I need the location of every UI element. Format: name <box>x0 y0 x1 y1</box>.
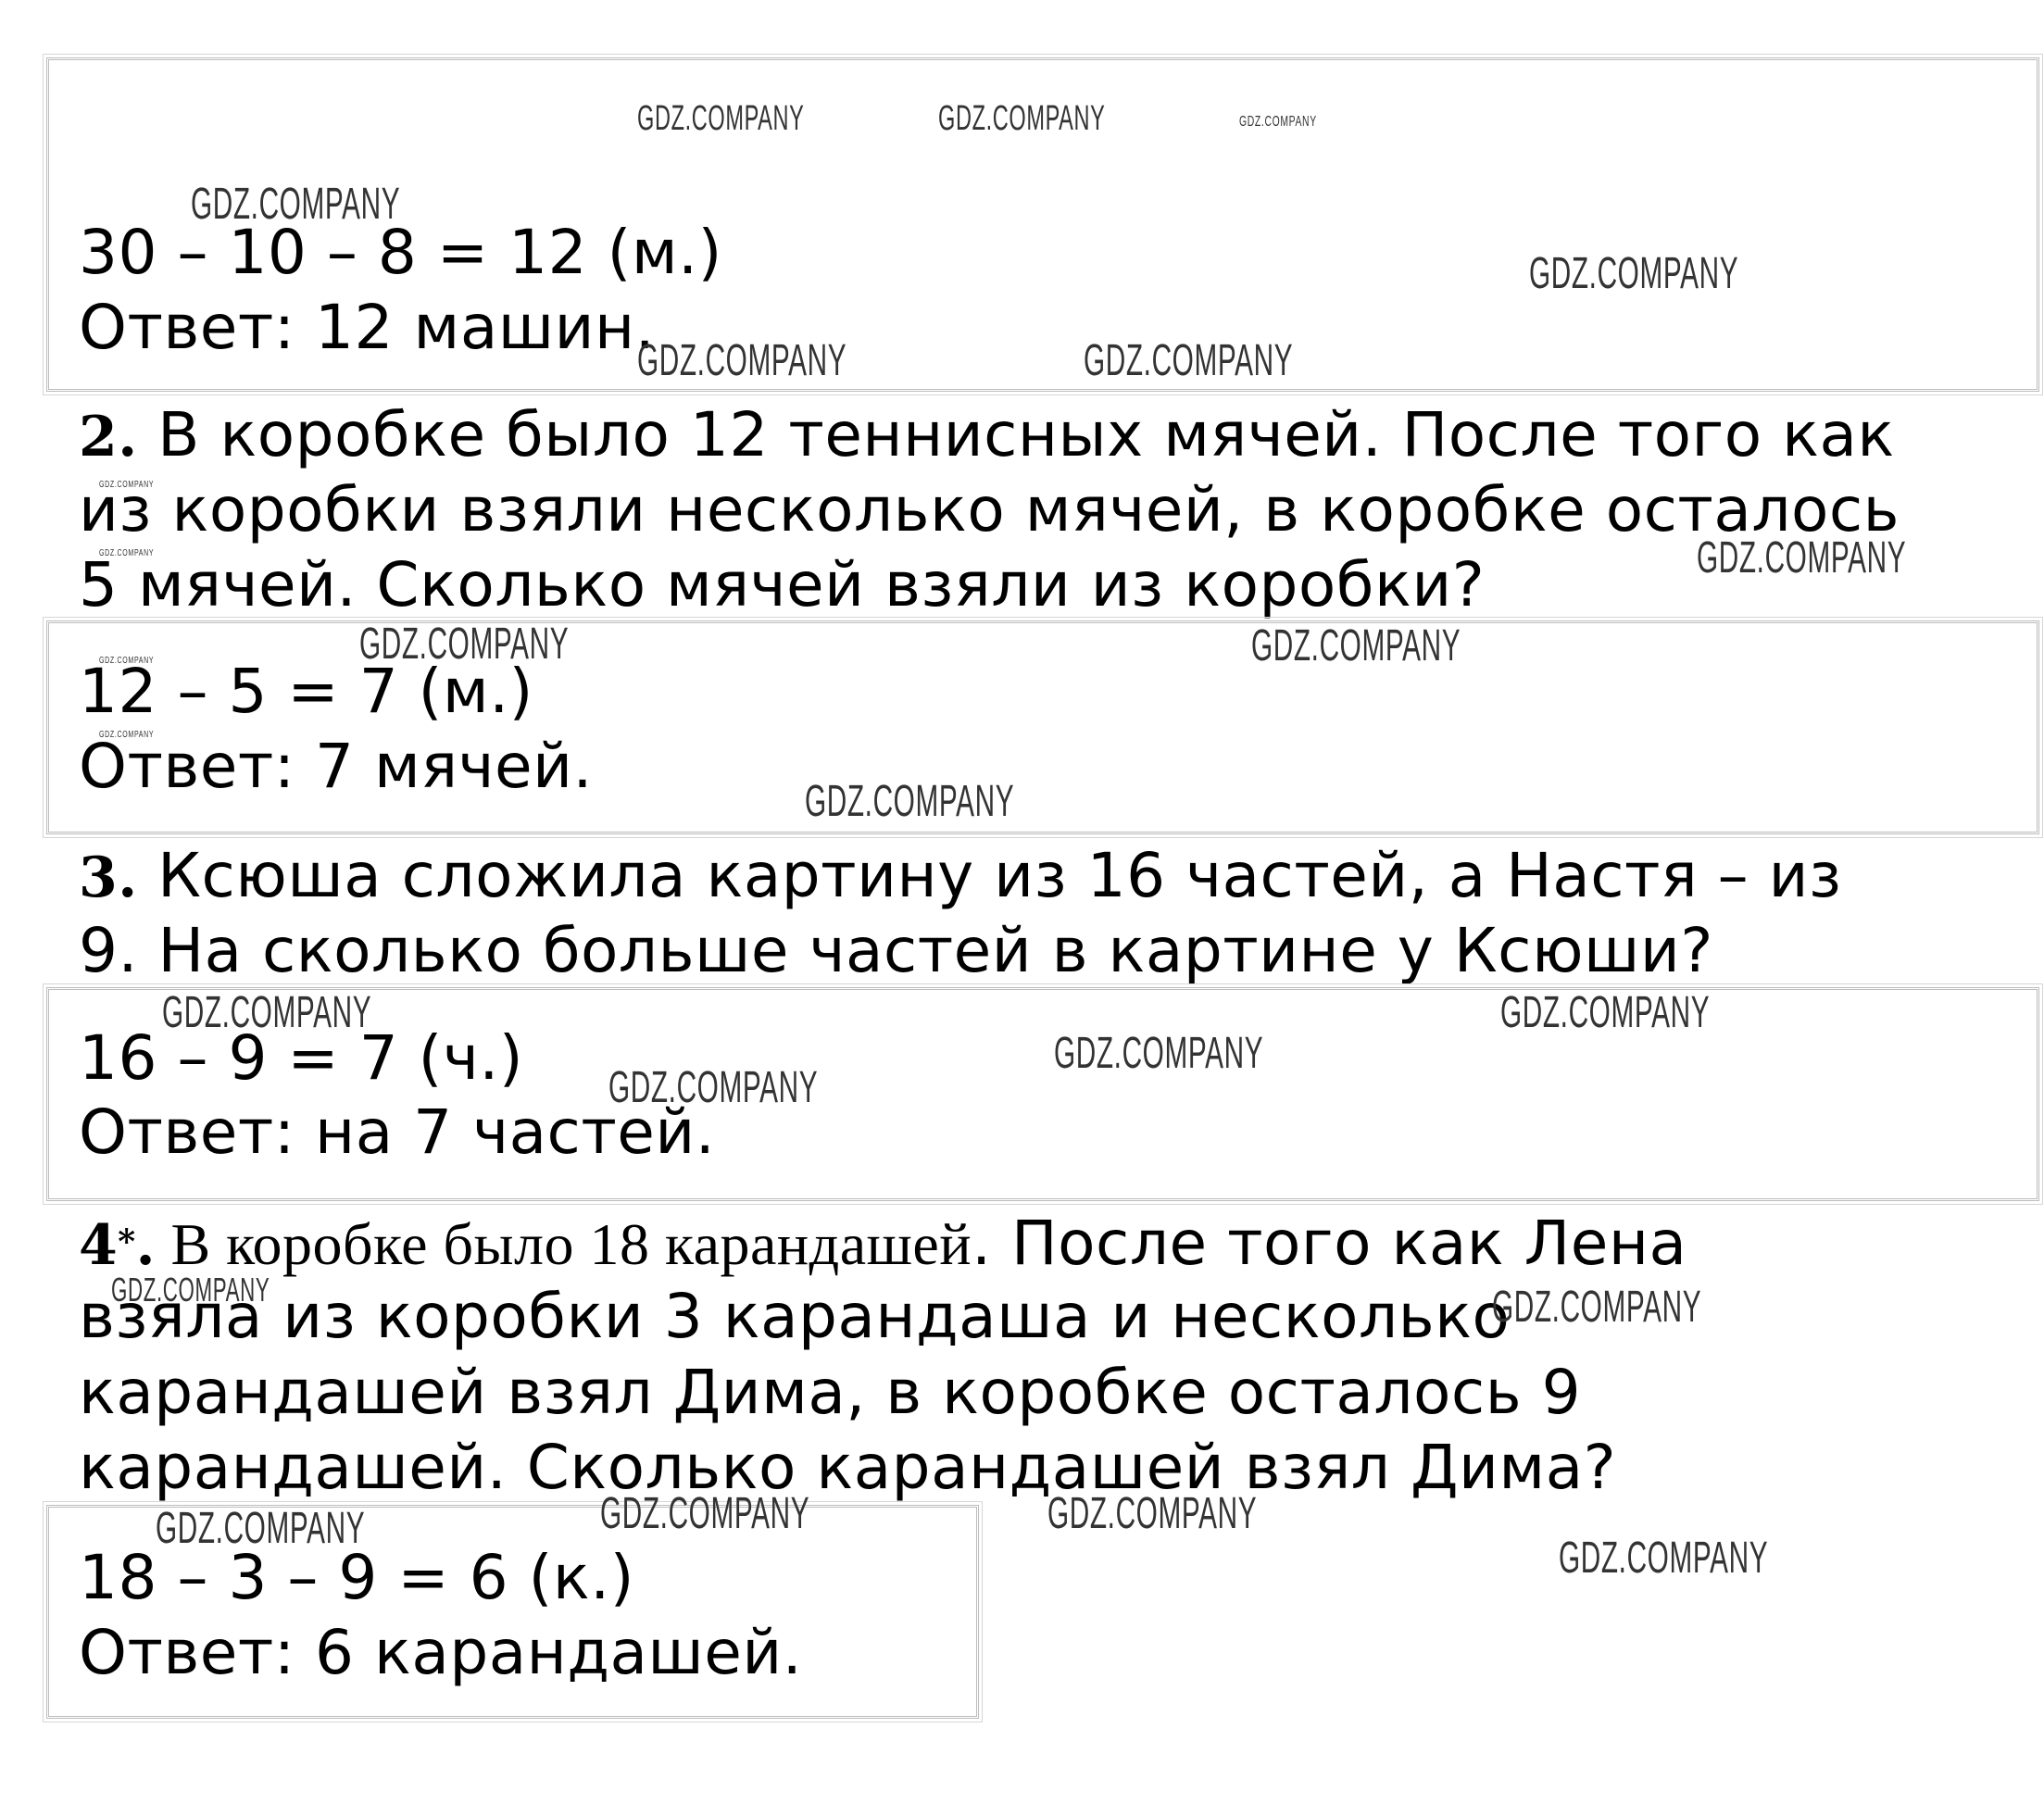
watermark: GDZ.COMPANY <box>99 480 155 490</box>
watermark: GDZ.COMPANY <box>1697 533 1907 582</box>
task3-number: 3. <box>79 845 138 910</box>
answer-4: Ответ: 6 карандашей. <box>79 1617 803 1688</box>
watermark: GDZ.COMPANY <box>1492 1283 1702 1332</box>
watermark: GDZ.COMPANY <box>805 777 1015 826</box>
task4-serif-text: В коробке было 18 карандашей <box>155 1211 972 1277</box>
watermark: GDZ.COMPANY <box>156 1504 366 1553</box>
watermark: GDZ.COMPANY <box>191 180 401 229</box>
watermark: GDZ.COMPANY <box>162 988 372 1037</box>
watermark: GDZ.COMPANY <box>99 730 155 740</box>
task3-line-1: 3. Ксюша сложила картину из 16 частей, а… <box>79 838 1842 916</box>
watermark: GDZ.COMPANY <box>600 1489 810 1538</box>
task4-line-2: взяла из коробки 3 карандаша и несколько <box>79 1281 1511 1352</box>
task4-line-1: 4*. В коробке было 18 карандашей. После … <box>79 1204 1687 1284</box>
task2-number: 2. <box>79 405 138 470</box>
watermark: GDZ.COMPANY <box>99 656 155 666</box>
task3-text-1: Ксюша сложила картину из 16 частей, а На… <box>137 840 1842 911</box>
answer-2: Ответ: 7 мячей. <box>79 731 593 802</box>
watermark: GDZ.COMPANY <box>637 99 805 138</box>
task3-line-2: 9. На сколько больше частей в картине у … <box>79 915 1713 986</box>
watermark: GDZ.COMPANY <box>1529 249 1739 298</box>
watermark: GDZ.COMPANY <box>1559 1534 1769 1583</box>
watermark: GDZ.COMPANY <box>1054 1029 1264 1078</box>
watermark: GDZ.COMPANY <box>608 1063 819 1112</box>
watermark: GDZ.COMPANY <box>1500 988 1711 1037</box>
watermark: GDZ.COMPANY <box>1239 114 1317 130</box>
task4-line-4: карандашей. Сколько карандашей взял Дима… <box>79 1432 1617 1503</box>
watermark: GDZ.COMPANY <box>359 620 570 669</box>
task2-text-1: В коробке было 12 теннисных мячей. После… <box>137 399 1895 470</box>
watermark: GDZ.COMPANY <box>1251 621 1461 670</box>
answer-1: Ответ: 12 машин. <box>79 292 656 363</box>
solution-1: 30 – 10 – 8 = 12 (м.) <box>79 217 722 288</box>
watermark: GDZ.COMPANY <box>1047 1489 1258 1538</box>
watermark: GDZ.COMPANY <box>1084 336 1294 385</box>
watermark: GDZ.COMPANY <box>938 99 1106 138</box>
task2-line-3: 5 мячей. Сколько мячей взяли из коробки? <box>79 549 1486 620</box>
task4-star: * <box>118 1222 136 1261</box>
task4-text-1: . После того как Лена <box>972 1208 1687 1279</box>
task2-line-2: из коробки взяли несколько мячей, в коро… <box>79 474 1900 545</box>
watermark: GDZ.COMPANY <box>99 548 155 558</box>
watermark: GDZ.COMPANY <box>111 1271 270 1309</box>
task2-line-1: 2. В коробке было 12 теннисных мячей. По… <box>79 397 1895 475</box>
task4-line-3: карандашей взял Дима, в коробке осталось… <box>79 1357 1582 1428</box>
watermark: GDZ.COMPANY <box>637 336 847 385</box>
